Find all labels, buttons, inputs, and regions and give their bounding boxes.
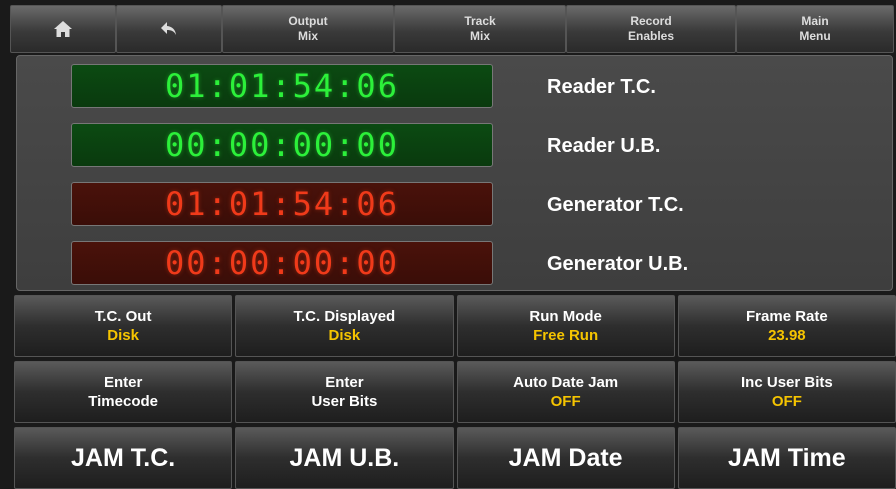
- reader-tc-label: Reader T.C.: [547, 76, 656, 98]
- generator-tc-label: Generator T.C.: [547, 194, 684, 216]
- top-toolbar: Output Mix Track Mix Record Enables Main…: [10, 5, 894, 53]
- enter-timecode-label-2: Timecode: [88, 393, 158, 410]
- main-menu-label-1: Main: [801, 14, 829, 28]
- jam-ub-label: JAM U.B.: [289, 443, 400, 472]
- tc-displayed-label: T.C. Displayed: [293, 308, 396, 325]
- back-arrow-icon: [159, 20, 179, 38]
- auto-date-jam-value: OFF: [550, 393, 581, 410]
- jam-tc-label: JAM T.C.: [71, 443, 176, 472]
- jam-ub-button[interactable]: JAM U.B.: [235, 427, 454, 489]
- main-menu-button[interactable]: Main Menu: [736, 5, 894, 53]
- tc-displayed-value: Disk: [328, 327, 361, 344]
- enter-user-bits-label-2: User Bits: [311, 393, 378, 410]
- reader-tc-display: 01:01:54:06: [71, 64, 493, 108]
- settings-row-2: Enter Timecode Enter User Bits Auto Date…: [14, 361, 896, 423]
- run-mode-button[interactable]: Run Mode Free Run: [456, 295, 675, 357]
- enter-timecode-button[interactable]: Enter Timecode: [14, 361, 233, 423]
- enter-user-bits-button[interactable]: Enter User Bits: [235, 361, 454, 423]
- settings-row-1: T.C. Out Disk T.C. Displayed Disk Run Mo…: [14, 295, 896, 357]
- jam-date-button[interactable]: JAM Date: [456, 427, 675, 489]
- output-mix-label-1: Output: [288, 14, 328, 28]
- jam-time-button[interactable]: JAM Time: [677, 427, 896, 489]
- track-mix-label-2: Mix: [469, 29, 490, 43]
- enter-user-bits-label-1: Enter: [325, 374, 364, 391]
- jam-time-label: JAM Time: [728, 443, 846, 472]
- record-enables-label-2: Enables: [627, 29, 675, 43]
- tc-out-button[interactable]: T.C. Out Disk: [14, 295, 233, 357]
- generator-ub-label: Generator U.B.: [547, 253, 689, 275]
- auto-date-jam-button[interactable]: Auto Date Jam OFF: [456, 361, 675, 423]
- frame-rate-value: 23.98: [768, 327, 806, 344]
- reader-ub-display: 00:00:00:00: [71, 123, 493, 167]
- tc-out-label: T.C. Out: [94, 308, 152, 325]
- output-mix-label-2: Mix: [297, 29, 318, 43]
- home-icon: [53, 19, 73, 39]
- back-button[interactable]: [116, 5, 222, 53]
- jam-row: JAM T.C. JAM U.B. JAM Date JAM Time: [14, 427, 896, 489]
- jam-date-label: JAM Date: [508, 443, 623, 472]
- jam-tc-button[interactable]: JAM T.C.: [14, 427, 233, 489]
- track-mix-label-1: Track: [464, 14, 496, 28]
- reader-ub-label: Reader U.B.: [547, 135, 661, 157]
- auto-date-jam-label: Auto Date Jam: [513, 374, 619, 391]
- frame-rate-button[interactable]: Frame Rate 23.98: [677, 295, 896, 357]
- track-mix-button[interactable]: Track Mix: [394, 5, 566, 53]
- record-enables-label-1: Record: [630, 14, 672, 28]
- run-mode-label: Run Mode: [529, 308, 602, 325]
- generator-tc-display: 01:01:54:06: [71, 182, 493, 226]
- frame-rate-label: Frame Rate: [746, 308, 828, 325]
- home-button[interactable]: [10, 5, 116, 53]
- output-mix-button[interactable]: Output Mix: [222, 5, 394, 53]
- timecode-panel: 01:01:54:06 Reader T.C. 00:00:00:00 Read…: [16, 55, 893, 291]
- tc-out-value: Disk: [107, 327, 139, 344]
- enter-timecode-label-1: Enter: [103, 374, 143, 391]
- inc-user-bits-value: OFF: [771, 393, 802, 410]
- inc-user-bits-button[interactable]: Inc User Bits OFF: [677, 361, 896, 423]
- run-mode-value: Free Run: [533, 327, 599, 344]
- tc-displayed-button[interactable]: T.C. Displayed Disk: [235, 295, 454, 357]
- generator-ub-display: 00:00:00:00: [71, 241, 493, 285]
- record-enables-button[interactable]: Record Enables: [566, 5, 736, 53]
- inc-user-bits-label: Inc User Bits: [741, 374, 833, 391]
- main-menu-label-2: Menu: [799, 29, 831, 43]
